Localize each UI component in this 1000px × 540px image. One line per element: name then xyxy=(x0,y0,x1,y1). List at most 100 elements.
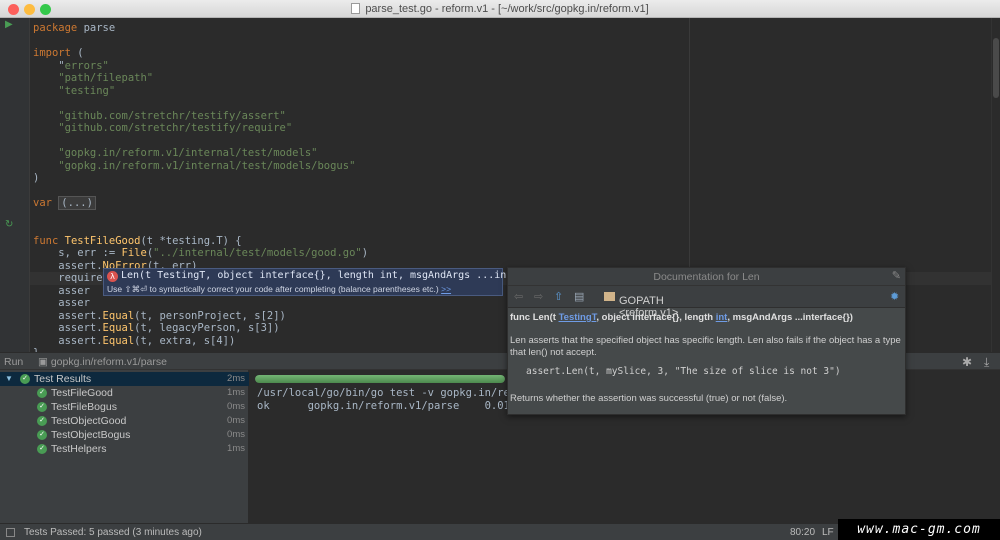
code-line: assert.Equal(t, extra, s[4]) xyxy=(33,335,235,348)
code-line: ) xyxy=(33,172,39,185)
test-result-item[interactable]: ✓ TestObjectGood 0ms xyxy=(0,414,249,428)
test-results-tree[interactable]: ▼ ✓ Test Results 2ms ✓ TestFileGood 1ms ✓ TestFi… xyxy=(0,370,249,523)
documentation-header: Documentation for Len ✎ xyxy=(508,268,905,286)
run-config-name: ▣ gopkg.in/reform.v1/parse xyxy=(38,356,167,368)
console-line: ok gopkg.in/reform.v1/parse 0.011s xyxy=(257,400,523,412)
code-token: (...) xyxy=(58,196,96,210)
test-progress-bar xyxy=(255,375,505,383)
documentation-context: GOPATH <reform.v1> xyxy=(604,291,678,319)
settings-gear-icon[interactable]: ✹ xyxy=(890,290,899,303)
test-result-item[interactable]: ✓ TestHelpers 1ms xyxy=(0,442,249,456)
code-line: asser xyxy=(33,285,90,298)
test-name: TestFileGood xyxy=(51,387,113,399)
code-token: package xyxy=(33,22,78,34)
tool-window-toggle-icon[interactable] xyxy=(6,528,15,537)
window-title-text: parse_test.go - reform.v1 - [~/work/src/… xyxy=(365,3,649,15)
status-message: Tests Passed: 5 passed (3 minutes ago) xyxy=(24,527,202,538)
code-token: assert. xyxy=(33,334,103,347)
documentation-title: Documentation for Len xyxy=(653,271,760,283)
run-label: Run xyxy=(4,356,24,368)
jump-to-source-icon[interactable]: ▤ xyxy=(574,290,584,303)
test-result-item[interactable]: ✓ TestObjectBogus 0ms xyxy=(0,428,249,442)
documentation-description: Len asserts that the specified object ha… xyxy=(510,334,901,359)
hide-panel-icon[interactable]: ⤓ xyxy=(984,355,989,370)
documentation-popup: Documentation for Len ✎ ⇦ ⇨ ⇧ ▤ GOPATH <… xyxy=(507,267,906,415)
scrollbar-thumb[interactable] xyxy=(993,38,999,98)
editor-gutter[interactable]: ▶ ↻ xyxy=(0,18,30,352)
code-token: "github.com/stretchr/testify/assert" xyxy=(33,109,286,122)
code-token: "testing" xyxy=(33,84,116,97)
code-token: import xyxy=(33,47,71,59)
code-line: var (...) xyxy=(33,196,96,210)
code-line: "errors" xyxy=(33,60,109,73)
run-config-text: gopkg.in/reform.v1/parse xyxy=(50,356,167,368)
code-token: ( xyxy=(70,47,84,59)
code-token: File xyxy=(121,247,147,259)
up-arrow-icon[interactable]: ⇧ xyxy=(554,290,563,303)
code-token: Equal xyxy=(102,322,135,334)
test-duration: 1ms xyxy=(227,387,245,398)
pin-icon[interactable]: ✎ xyxy=(892,269,901,282)
code-token: func xyxy=(33,234,59,247)
test-passed-icon: ✓ xyxy=(37,388,47,398)
code-line: "github.com/stretchr/testify/assert" xyxy=(33,110,286,123)
hint-more-link[interactable]: >> xyxy=(441,284,451,294)
gear-icon[interactable]: ✱ xyxy=(962,355,972,369)
back-arrow-icon[interactable]: ⇦ xyxy=(514,290,523,303)
test-passed-icon: ✓ xyxy=(20,374,30,384)
test-duration: 0ms xyxy=(227,415,245,426)
parameter-info-popup: λ Len(t TestingT, object interface{}, len… xyxy=(103,268,536,296)
test-duration: 2ms xyxy=(227,373,245,384)
code-line: "gopkg.in/reform.v1/internal/test/models… xyxy=(33,147,317,160)
code-token: ) xyxy=(33,172,40,184)
code-token: "gopkg.in/reform.v1/internal/test/models… xyxy=(33,147,318,159)
code-token: asser xyxy=(33,284,90,297)
code-token: TestFileGood xyxy=(64,234,141,247)
window-title-bar: parse_test.go - reform.v1 - [~/work/src/… xyxy=(0,0,1000,18)
forward-arrow-icon[interactable]: ⇨ xyxy=(534,290,543,303)
test-passed-icon: ✓ xyxy=(37,416,47,426)
folder-icon xyxy=(604,292,615,301)
test-name: TestObjectGood xyxy=(51,415,127,427)
sig-prefix: func Len(t xyxy=(510,312,559,323)
test-name: TestHelpers xyxy=(51,443,107,455)
code-token: Equal xyxy=(102,309,135,322)
code-line: "path/filepath" xyxy=(33,72,153,85)
test-duration: 1ms xyxy=(227,443,245,454)
documentation-example: assert.Len(t, mySlice, 3, "The size of s… xyxy=(526,365,841,377)
sig-suffix: , msgAndArgs ...interface{}) xyxy=(727,312,853,323)
line-ending[interactable]: LF xyxy=(822,527,834,538)
testingt-link[interactable]: TestingT xyxy=(559,312,597,323)
int-link[interactable]: int xyxy=(716,312,728,323)
test-duration: 0ms xyxy=(227,429,245,440)
code-token: (t, legacyPerson, s[3]) xyxy=(134,322,280,334)
documentation-signature: func Len(t TestingT, object interface{},… xyxy=(510,312,903,325)
test-result-item[interactable]: ✓ TestFileGood 1ms xyxy=(0,386,249,400)
editor-scrollbar[interactable] xyxy=(991,18,1000,352)
window-title: parse_test.go - reform.v1 - [~/work/src/… xyxy=(0,3,1000,15)
run-file-icon[interactable]: ▶ xyxy=(5,19,13,30)
test-result-item[interactable]: ✓ TestFileBogus 0ms xyxy=(0,400,249,414)
parameter-hint-signature: λ Len(t TestingT, object interface{}, len… xyxy=(107,270,536,282)
code-token: asser xyxy=(33,297,90,309)
test-progress-fill xyxy=(255,375,505,383)
code-token: assert. xyxy=(33,259,103,272)
expand-triangle-icon[interactable]: ▼ xyxy=(5,372,13,386)
hint-signature-text: Len(t TestingT, object interface{}, leng… xyxy=(121,270,531,281)
error-badge-icon: λ xyxy=(107,271,118,282)
documentation-toolbar: ⇦ ⇨ ⇧ ▤ GOPATH <reform.v1> ✹ xyxy=(508,286,905,319)
code-token: "path/filepath" xyxy=(33,72,154,84)
code-token: errors" xyxy=(64,59,109,72)
code-token: var xyxy=(33,197,52,209)
code-line: "testing" xyxy=(33,85,115,98)
code-token: (t, personProject, s[2]) xyxy=(134,309,286,322)
code-line: assert.Equal(t, legacyPerson, s[3]) xyxy=(33,322,280,335)
run-test-icon[interactable]: ↻ xyxy=(5,219,13,230)
test-results-root[interactable]: ▼ ✓ Test Results 2ms xyxy=(0,372,249,386)
code-token: (t, extra, s[4]) xyxy=(134,334,236,347)
hint-tip-text: Use ⇧⌘⏎ to syntactically correct your co… xyxy=(107,284,439,294)
code-line: package parse xyxy=(33,22,115,35)
caret-position[interactable]: 80:20 xyxy=(790,527,815,538)
code-token: ) xyxy=(361,247,369,259)
code-line: "gopkg.in/reform.v1/internal/test/models… xyxy=(33,160,355,173)
